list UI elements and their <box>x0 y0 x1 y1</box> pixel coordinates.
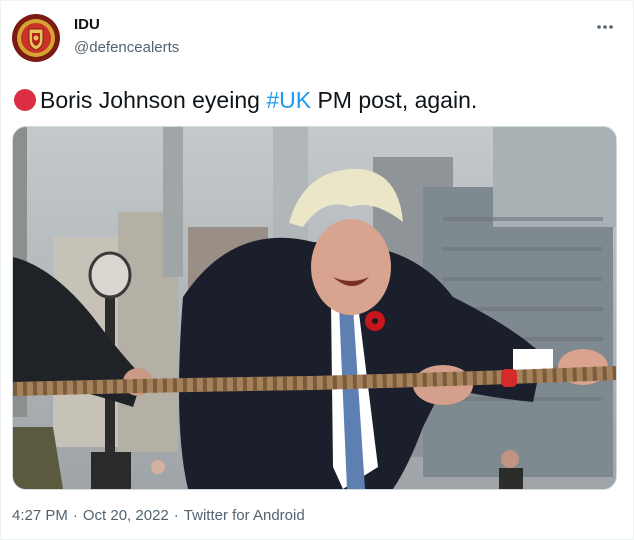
shield-emblem-icon <box>13 15 59 61</box>
tweet-photo[interactable] <box>12 126 617 490</box>
photo-image <box>13 127 616 489</box>
display-name[interactable]: IDU <box>74 16 100 33</box>
tweet-date[interactable]: Oct 20, 2022 <box>83 507 169 524</box>
more-options-button[interactable] <box>593 15 617 39</box>
separator-dot: · <box>173 507 179 524</box>
tweet-text-part: Boris Johnson eyeing <box>40 87 267 113</box>
hashtag-link[interactable]: #UK <box>266 87 311 113</box>
tweet-source-link[interactable]: Twitter for Android <box>184 507 305 524</box>
tweet-metadata: 4:27 PM · Oct 20, 2022 · Twitter for Android <box>12 507 305 524</box>
tweet-time[interactable]: 4:27 PM <box>12 507 68 524</box>
user-handle[interactable]: @defencealerts <box>74 39 179 56</box>
tweet-text: Boris Johnson eyeing #UK PM post, again. <box>14 86 477 114</box>
avatar[interactable] <box>12 14 60 62</box>
separator-dot: · <box>72 507 78 524</box>
red-circle-emoji-icon <box>14 89 36 111</box>
tweet-card: IDU @defencealerts Boris Johnson eyeing … <box>0 0 634 540</box>
tweet-text-part: PM post, again. <box>311 87 478 113</box>
more-dots-icon <box>597 25 613 29</box>
